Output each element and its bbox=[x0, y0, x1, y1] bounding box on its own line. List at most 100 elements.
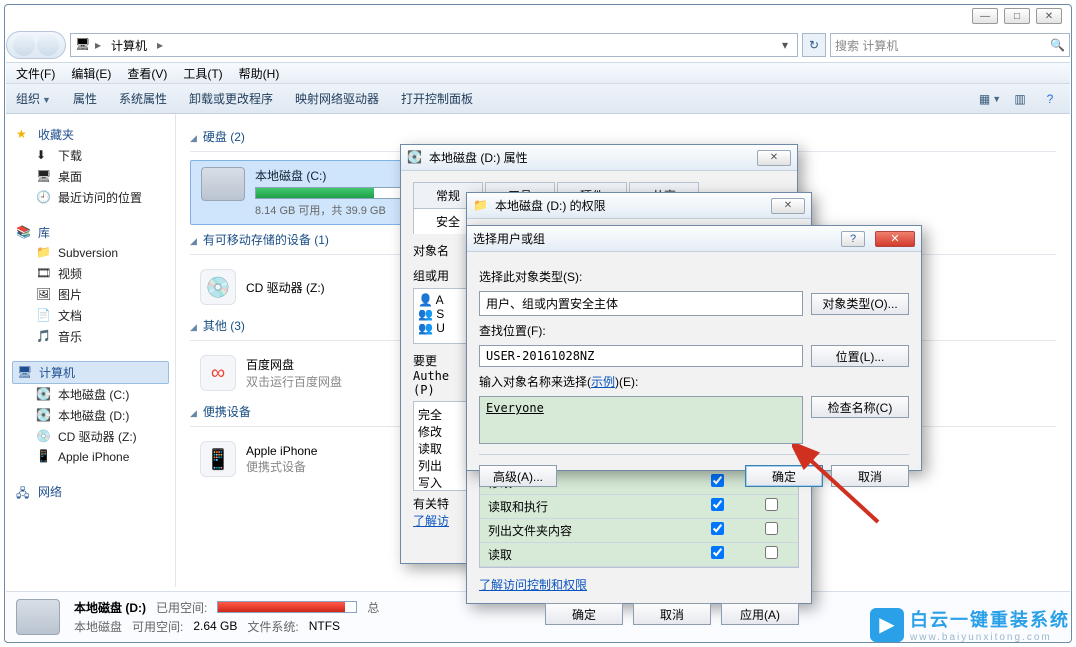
preview-pane-icon[interactable]: ▥ bbox=[1010, 89, 1030, 109]
allow-check[interactable] bbox=[711, 522, 724, 535]
sidebar-item-videos[interactable]: 🎞视频 bbox=[12, 263, 169, 284]
toolbar-sys-properties[interactable]: 系统属性 bbox=[119, 90, 167, 107]
drive-icon: 💽 bbox=[36, 387, 52, 403]
document-icon: 📄 bbox=[36, 308, 52, 324]
sidebar-item-pictures[interactable]: 🖼图片 bbox=[12, 284, 169, 305]
download-icon: ⬇ bbox=[36, 148, 52, 164]
menu-bar: 文件(F) 编辑(E) 查看(V) 工具(T) 帮助(H) bbox=[6, 62, 1070, 84]
sidebar-item-subversion[interactable]: 📁Subversion bbox=[12, 243, 169, 263]
folder-icon: 📁 bbox=[473, 198, 489, 214]
help-icon[interactable]: ? bbox=[1040, 89, 1060, 109]
drive-icon bbox=[16, 599, 60, 635]
menu-tools[interactable]: 工具(T) bbox=[183, 65, 222, 82]
allow-check[interactable] bbox=[711, 546, 724, 559]
navigation-bar: 🖥 ▸ 计算机 ▸ ▾ ↻ 搜索 计算机 🔍 bbox=[6, 30, 1070, 60]
refresh-button[interactable]: ↻ bbox=[802, 33, 826, 57]
toolbar: 组织▼ 属性 系统属性 卸载或更改程序 映射网络驱动器 打开控制面板 ▦▼ ▥ … bbox=[6, 84, 1070, 114]
object-types-button[interactable]: 对象类型(O)... bbox=[811, 293, 909, 315]
phone-icon: 📱 bbox=[36, 449, 52, 465]
toolbar-properties[interactable]: 属性 bbox=[73, 90, 97, 107]
breadcrumb[interactable]: 计算机 bbox=[105, 35, 153, 56]
sidebar-item-documents[interactable]: 📄文档 bbox=[12, 305, 169, 326]
minimize-button[interactable]: — bbox=[972, 8, 998, 24]
drive-usage-bar bbox=[255, 187, 405, 199]
cd-icon: 💿 bbox=[200, 269, 236, 305]
cd-icon: 💿 bbox=[36, 429, 52, 445]
sidebar-item-downloads[interactable]: ⬇下载 bbox=[12, 145, 169, 166]
desktop-icon: 🖥 bbox=[36, 169, 52, 185]
maximize-button[interactable]: □ bbox=[1004, 8, 1030, 24]
watermark-icon: ▶ bbox=[870, 608, 904, 642]
deny-check[interactable] bbox=[765, 546, 778, 559]
help-button[interactable]: ? bbox=[841, 231, 865, 247]
sidebar-item-desktop[interactable]: 🖥桌面 bbox=[12, 166, 169, 187]
address-bar[interactable]: 🖥 ▸ 计算机 ▸ ▾ bbox=[70, 33, 798, 57]
window-controls: — □ ✕ bbox=[972, 8, 1062, 24]
dialog-title: 选择用户或组 bbox=[473, 230, 545, 247]
menu-help[interactable]: 帮助(H) bbox=[239, 65, 280, 82]
close-button[interactable]: ✕ bbox=[771, 198, 805, 214]
baidu-icon: ∞ bbox=[200, 355, 236, 391]
advanced-button[interactable]: 高级(A)... bbox=[479, 465, 557, 487]
drive-icon: 💽 bbox=[36, 408, 52, 424]
sidebar-libraries[interactable]: 📚库 bbox=[12, 222, 169, 243]
close-button[interactable]: ✕ bbox=[757, 150, 791, 166]
dialog-select-user: 选择用户或组 ? ✕ 选择此对象类型(S): 用户、组或内置安全主体 对象类型(… bbox=[466, 225, 922, 471]
learn-link[interactable]: 了解访问控制和权限 bbox=[479, 576, 799, 593]
computer-icon: 🖥 bbox=[17, 365, 33, 381]
toolbar-organize[interactable]: 组织▼ bbox=[16, 90, 51, 107]
toolbar-map-drive[interactable]: 映射网络驱动器 bbox=[295, 90, 379, 107]
cancel-button[interactable]: 取消 bbox=[633, 603, 711, 625]
menu-view[interactable]: 查看(V) bbox=[127, 65, 167, 82]
view-mode-icon[interactable]: ▦▼ bbox=[980, 89, 1000, 109]
watermark: ▶ 白云一键重装系统 www.baiyunxitong.com bbox=[870, 606, 1070, 643]
phone-icon: 📱 bbox=[200, 441, 236, 477]
sidebar-item-recent[interactable]: 🕘最近访问的位置 bbox=[12, 187, 169, 208]
picture-icon: 🖼 bbox=[36, 287, 52, 303]
sidebar-item-drive-d[interactable]: 💽本地磁盘 (D:) bbox=[12, 405, 169, 426]
location-field: USER-20161028NZ bbox=[479, 345, 803, 367]
ok-button[interactable]: 确定 bbox=[745, 465, 823, 487]
example-link[interactable]: 示例 bbox=[591, 375, 615, 389]
library-icon: 📚 bbox=[16, 225, 32, 241]
ok-button[interactable]: 确定 bbox=[545, 603, 623, 625]
drive-icon bbox=[201, 167, 245, 201]
cancel-button[interactable]: 取消 bbox=[831, 465, 909, 487]
sidebar-favorites[interactable]: ★收藏夹 bbox=[12, 124, 169, 145]
sidebar-item-iphone[interactable]: 📱Apple iPhone bbox=[12, 447, 169, 467]
locations-button[interactable]: 位置(L)... bbox=[811, 345, 909, 367]
check-names-button[interactable]: 检查名称(C) bbox=[811, 396, 909, 418]
sidebar-item-drive-z[interactable]: 💿CD 驱动器 (Z:) bbox=[12, 426, 169, 447]
dialog-title: 本地磁盘 (D:) 的权限 bbox=[495, 197, 606, 214]
search-icon: 🔍 bbox=[1050, 38, 1065, 52]
dialog-title: 本地磁盘 (D:) 属性 bbox=[429, 149, 528, 166]
computer-icon: 🖥 bbox=[75, 37, 91, 53]
drive-c[interactable]: 本地磁盘 (C:) 8.14 GB 可用，共 39.9 GB bbox=[190, 160, 420, 225]
sidebar-item-drive-c[interactable]: 💽本地磁盘 (C:) bbox=[12, 384, 169, 405]
close-button[interactable]: ✕ bbox=[875, 231, 915, 247]
search-box[interactable]: 搜索 计算机 🔍 bbox=[830, 33, 1070, 57]
folder-icon: 📁 bbox=[36, 245, 52, 261]
menu-file[interactable]: 文件(F) bbox=[16, 65, 55, 82]
toolbar-control-panel[interactable]: 打开控制面板 bbox=[401, 90, 473, 107]
toolbar-uninstall[interactable]: 卸载或更改程序 bbox=[189, 90, 273, 107]
video-icon: 🎞 bbox=[36, 266, 52, 282]
close-button[interactable]: ✕ bbox=[1036, 8, 1062, 24]
deny-check[interactable] bbox=[765, 522, 778, 535]
drive-icon: 💽 bbox=[407, 150, 423, 166]
network-icon: 🖧 bbox=[16, 484, 32, 500]
navigation-pane: ★收藏夹 ⬇下载 🖥桌面 🕘最近访问的位置 📚库 📁Subversion 🎞视频… bbox=[6, 114, 176, 587]
sidebar-computer[interactable]: 🖥计算机 bbox=[12, 361, 169, 384]
address-dropdown[interactable]: ▾ bbox=[777, 38, 793, 52]
menu-edit[interactable]: 编辑(E) bbox=[71, 65, 111, 82]
object-type-field: 用户、组或内置安全主体 bbox=[479, 291, 803, 316]
object-names-input[interactable]: Everyone bbox=[479, 396, 803, 444]
star-icon: ★ bbox=[16, 127, 32, 143]
sidebar-item-music[interactable]: 🎵音乐 bbox=[12, 326, 169, 347]
apply-button[interactable]: 应用(A) bbox=[721, 603, 799, 625]
used-space-bar bbox=[217, 601, 357, 613]
nav-back-forward[interactable] bbox=[6, 31, 66, 59]
music-icon: 🎵 bbox=[36, 329, 52, 345]
sidebar-network[interactable]: 🖧网络 bbox=[12, 481, 169, 502]
recent-icon: 🕘 bbox=[36, 190, 52, 206]
